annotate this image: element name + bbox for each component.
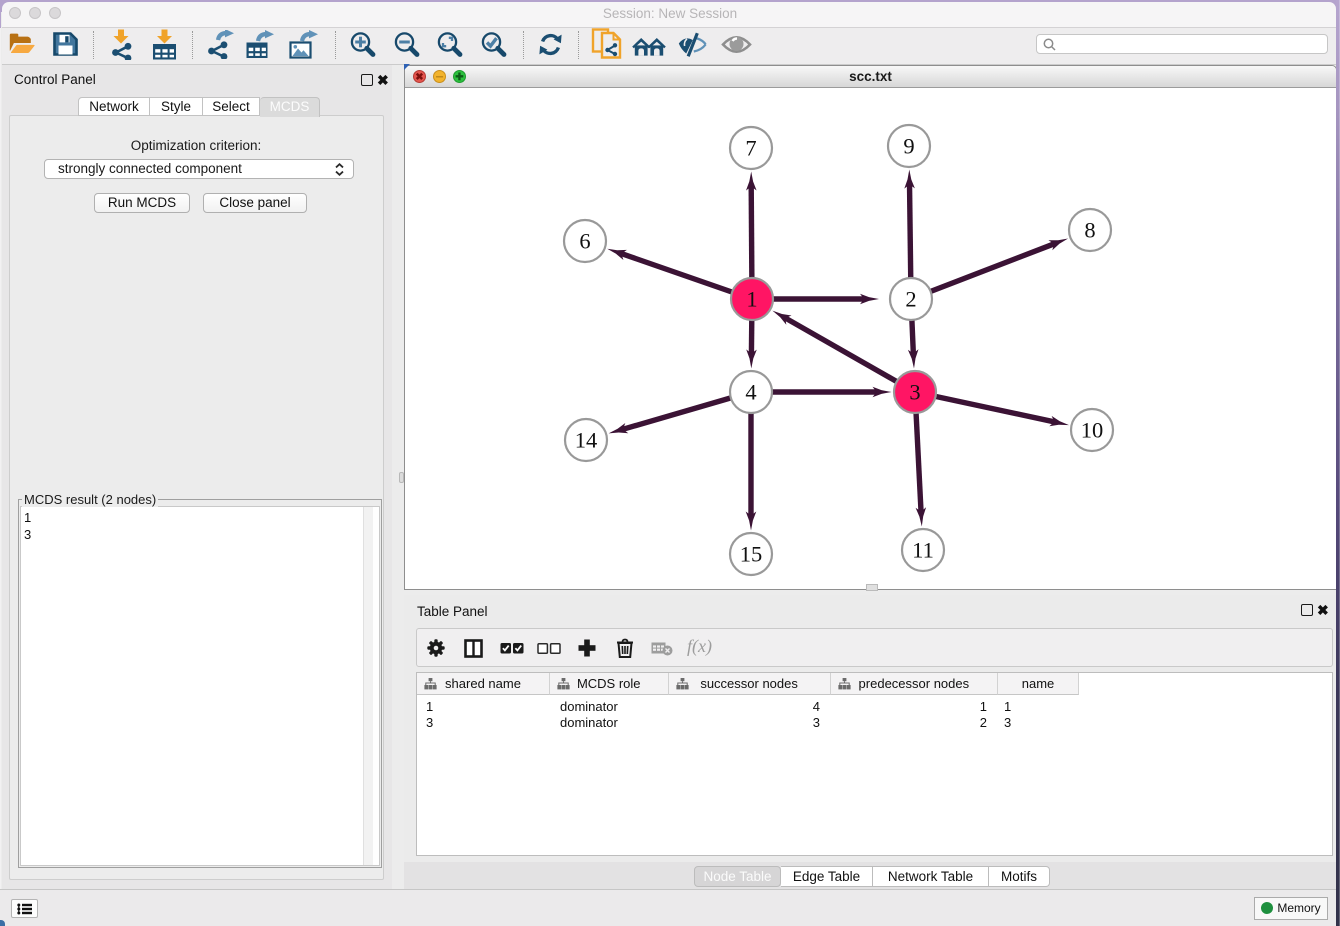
svg-text:8: 8 [1084, 218, 1095, 243]
svg-text:15: 15 [740, 542, 763, 567]
svg-text:9: 9 [903, 134, 914, 159]
svg-text:2: 2 [905, 287, 916, 312]
svg-text:6: 6 [579, 229, 590, 254]
svg-text:14: 14 [575, 428, 598, 453]
svg-text:7: 7 [745, 136, 756, 161]
svg-text:3: 3 [909, 380, 920, 405]
svg-text:1: 1 [746, 287, 757, 312]
svg-text:10: 10 [1081, 418, 1104, 443]
svg-text:11: 11 [912, 538, 934, 563]
svg-text:4: 4 [745, 380, 756, 405]
